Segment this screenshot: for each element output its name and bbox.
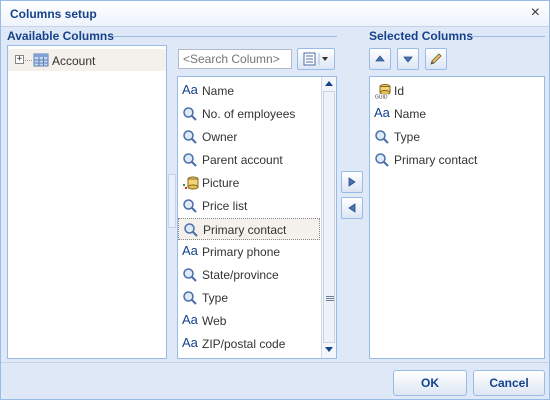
tree-node-label: Account: [52, 54, 96, 68]
view-options-button[interactable]: [297, 48, 335, 70]
table-grid-icon: [33, 53, 49, 70]
pencil-icon: [430, 53, 442, 65]
arrow-down-icon: [403, 56, 413, 63]
available-column-item-label: Owner: [202, 130, 238, 144]
arrow-right-icon: [348, 177, 356, 187]
search-column-input[interactable]: [178, 49, 292, 69]
available-columns-title: Available Columns: [7, 29, 114, 43]
cancel-button[interactable]: Cancel: [473, 370, 545, 396]
dialog-title: Columns setup: [10, 7, 97, 21]
selected-columns-title: Selected Columns: [369, 29, 474, 43]
selected-column-item-label: Primary contact: [394, 153, 478, 167]
text-aa-icon: Aa: [182, 243, 198, 258]
selected-column-item[interactable]: Aa Name: [370, 103, 544, 125]
available-column-item-label: Picture: [202, 176, 240, 190]
available-column-item[interactable]: Type: [178, 287, 320, 309]
guid-key-icon: GUID: [374, 83, 392, 101]
dialog-titlebar: Columns setup ×: [1, 1, 549, 27]
available-column-item[interactable]: Primary contact: [178, 218, 320, 240]
list-view-icon: [303, 52, 328, 66]
chevron-down-icon: [322, 57, 328, 61]
available-column-item[interactable]: Owner: [178, 126, 320, 148]
tree-connector: [25, 60, 32, 61]
thumb-grip: [326, 296, 334, 297]
selected-column-item-label: Type: [394, 130, 421, 144]
image-database-icon: [182, 175, 200, 191]
svg-text:GUID: GUID: [375, 95, 388, 100]
thumb-grip: [326, 300, 334, 301]
selected-column-item-label: Id: [394, 84, 405, 98]
available-column-item[interactable]: State/province: [178, 264, 320, 286]
lookup-magnifier-icon: [182, 129, 200, 145]
selected-column-item[interactable]: Primary contact: [370, 149, 544, 171]
text-aa-icon: Aa: [374, 105, 390, 120]
available-column-item[interactable]: Aa ZIP/postal code: [178, 333, 320, 355]
available-column-item[interactable]: Aa Web: [178, 310, 320, 332]
lookup-magnifier-icon: [182, 290, 200, 306]
thumb-grip: [326, 298, 334, 299]
move-down-button[interactable]: [397, 48, 419, 70]
available-column-item-label: State/province: [202, 268, 279, 282]
arrow-left-icon: [348, 203, 356, 213]
panel-splitter[interactable]: [168, 174, 176, 228]
edit-column-button[interactable]: [425, 48, 447, 70]
selected-columns-panel: GUID Id Aa Name Type Primary contact: [369, 76, 545, 359]
scroll-down-icon[interactable]: [325, 347, 333, 352]
lookup-magnifier-icon: [374, 152, 392, 168]
lookup-magnifier-icon: [182, 106, 200, 122]
available-column-item-label: ZIP/postal code: [202, 337, 286, 351]
text-aa-icon: Aa: [182, 82, 198, 97]
columns-setup-dialog: Columns setup × Available Columns + Acco…: [0, 0, 550, 400]
tree-node-account[interactable]: + Account: [8, 49, 166, 71]
column-list-scrollbar[interactable]: [321, 77, 336, 358]
expand-icon[interactable]: +: [15, 55, 24, 64]
column-list-panel: Aa Name No. of employees Owner Parent accoun…: [177, 76, 337, 359]
available-column-item[interactable]: Parent account: [178, 149, 320, 171]
available-tree-panel: + Account: [7, 45, 167, 359]
available-column-item-label: No. of employees: [202, 107, 296, 121]
available-column-item-label: Name: [202, 84, 235, 98]
selected-column-item[interactable]: GUID Id: [370, 80, 544, 102]
text-aa-icon: Aa: [182, 312, 198, 327]
available-column-item[interactable]: No. of employees: [178, 103, 320, 125]
arrow-up-icon: [375, 55, 385, 62]
close-icon[interactable]: ×: [531, 4, 540, 22]
available-column-item-label: Price list: [202, 199, 248, 213]
selected-columns-divider: [471, 36, 545, 37]
available-column-item-label: Web: [202, 314, 227, 328]
lookup-magnifier-icon: [182, 198, 200, 214]
available-column-item-label: Primary phone: [202, 245, 281, 259]
scroll-up-icon[interactable]: [325, 81, 333, 86]
text-aa-icon: Aa: [182, 335, 198, 350]
scrollbar-thumb[interactable]: [323, 91, 335, 343]
available-column-item[interactable]: Aa Primary phone: [178, 241, 320, 263]
available-column-item-label: Type: [202, 291, 229, 305]
available-column-item-label: Parent account: [202, 153, 283, 167]
selected-column-item-label: Name: [394, 107, 427, 121]
add-column-button[interactable]: [341, 171, 363, 193]
lookup-magnifier-icon: [183, 222, 201, 238]
available-columns-divider: [113, 36, 337, 37]
selected-column-item[interactable]: Type: [370, 126, 544, 148]
move-up-button[interactable]: [369, 48, 391, 70]
available-column-item[interactable]: Picture: [178, 172, 320, 194]
available-column-item-label: Primary contact: [203, 223, 287, 237]
ok-button[interactable]: OK: [393, 370, 467, 396]
lookup-magnifier-icon: [182, 152, 200, 168]
available-column-item[interactable]: Price list: [178, 195, 320, 217]
lookup-magnifier-icon: [374, 129, 392, 145]
available-column-item[interactable]: Aa Name: [178, 80, 320, 102]
remove-column-button[interactable]: [341, 197, 363, 219]
lookup-magnifier-icon: [182, 267, 200, 283]
